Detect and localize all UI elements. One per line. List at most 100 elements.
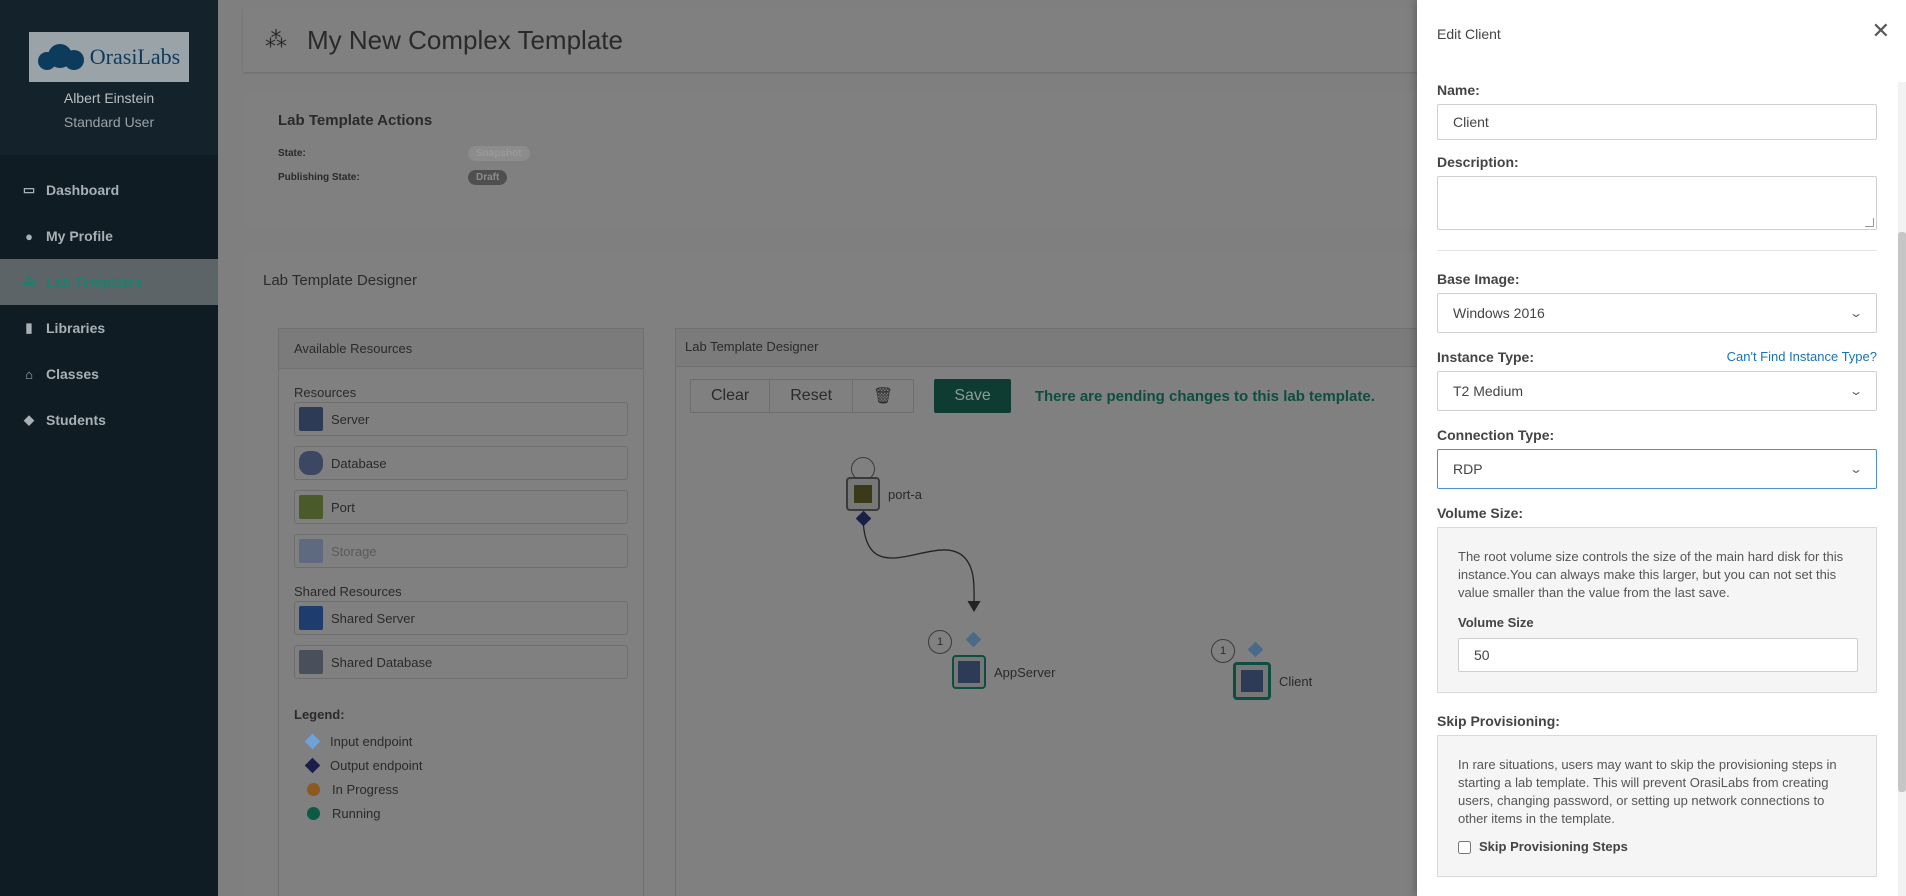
legend-item: In Progress <box>279 778 643 802</box>
user-role: Standard User <box>63 114 155 130</box>
sidebar-item-label: My Profile <box>46 228 113 244</box>
sidebar-item-label: Dashboard <box>46 182 120 198</box>
volume-size-box: The root volume size controls the size o… <box>1437 527 1877 693</box>
resource-label: Shared Server <box>331 610 415 626</box>
client-count-badge: 1 <box>1211 639 1235 663</box>
server-icon <box>299 407 323 431</box>
drawer-header: Edit Client ✕ <box>1417 0 1906 70</box>
available-resources-title: Available Resources <box>279 329 643 369</box>
description-field[interactable] <box>1437 176 1877 230</box>
sidebar-item-label: Lab Templates <box>46 274 143 290</box>
skip-provisioning-checkbox-label: Skip Provisioning Steps <box>1479 839 1628 854</box>
node-label: AppServer <box>994 664 1056 680</box>
sidebar-item-dashboard[interactable]: ▭ Dashboard <box>0 167 218 213</box>
instance-type-label: Instance Type: <box>1437 349 1534 365</box>
cubes-icon: ⁂ <box>22 274 36 289</box>
resource-port[interactable]: Port <box>294 490 628 524</box>
legend-title: Legend: <box>294 707 345 722</box>
resource-server[interactable]: Server <box>294 402 628 436</box>
book-icon: ▮ <box>25 320 33 335</box>
scrollbar-thumb[interactable] <box>1898 232 1906 792</box>
chevron-down-icon: ⌄ <box>1848 384 1864 398</box>
base-image-label: Base Image: <box>1437 271 1520 287</box>
description-label: Description: <box>1437 154 1519 170</box>
sidebar-item-classes[interactable]: ⌂ Classes <box>0 351 218 397</box>
edit-client-drawer: Edit Client ✕ Name: Client Description: … <box>1417 0 1906 896</box>
divider <box>1437 250 1877 251</box>
available-resources-panel: Available Resources Resources Server Dat… <box>278 328 644 896</box>
skip-provisioning-label: Skip Provisioning: <box>1437 713 1560 729</box>
instance-type-value: T2 Medium <box>1453 383 1524 399</box>
skip-provisioning-box: In rare situations, users may want to sk… <box>1437 735 1877 877</box>
drawer-scrollbar[interactable] <box>1898 82 1906 896</box>
resource-label: Shared Database <box>331 654 433 670</box>
bank-icon: ⌂ <box>25 366 33 382</box>
node-label: Client <box>1279 673 1313 689</box>
storage-icon <box>299 539 323 563</box>
lab-template-actions: Lab Template Actions State: Snapshot Pub… <box>243 92 1443 226</box>
resource-shared-database[interactable]: Shared Database <box>294 645 628 679</box>
connector-lines <box>862 514 981 612</box>
user-name: Albert Einstein <box>63 90 155 106</box>
base-image-select[interactable]: Windows 2016 ⌄ <box>1437 293 1877 333</box>
shared-resources-label: Shared Resources <box>294 584 402 599</box>
legend-label: Input endpoint <box>330 734 413 749</box>
user-icon: ● <box>25 228 33 244</box>
skip-provisioning-option[interactable]: Skip Provisioning Steps <box>1458 838 1856 856</box>
chevron-down-icon: ⌄ <box>1848 306 1864 320</box>
drawer-title: Edit Client <box>1437 26 1501 42</box>
legend-item: Output endpoint <box>279 754 643 778</box>
input-endpoint-icon <box>304 733 321 750</box>
sidebar-header: OrasiLabs Albert Einstein Standard User <box>0 0 218 155</box>
server-icon <box>952 655 986 689</box>
sidebar-item-lab-templates[interactable]: ⁂ Lab Templates <box>0 259 218 305</box>
logo: OrasiLabs <box>29 32 189 82</box>
database-icon <box>299 451 323 475</box>
sidebar: OrasiLabs Albert Einstein Standard User … <box>0 0 218 896</box>
sidebar-item-label: Libraries <box>46 320 106 336</box>
node-client[interactable]: Client <box>1233 662 1312 700</box>
node-appserver[interactable]: AppServer <box>952 655 1055 689</box>
graduation-cap-icon: ◆ <box>24 412 34 427</box>
volume-size-help: The root volume size controls the size o… <box>1458 549 1844 600</box>
sidebar-nav: ▭ Dashboard ● My Profile ⁂ Lab Templates… <box>0 167 218 443</box>
sidebar-item-students[interactable]: ◆ Students <box>0 397 218 443</box>
resource-label: Database <box>331 455 387 471</box>
instance-type-select[interactable]: T2 Medium ⌄ <box>1437 371 1877 411</box>
sidebar-item-libraries[interactable]: ▮ Libraries <box>0 305 218 351</box>
resource-database[interactable]: Database <box>294 446 628 480</box>
skip-provisioning-checkbox[interactable] <box>1458 840 1471 854</box>
running-icon <box>307 807 320 820</box>
sidebar-item-my-profile[interactable]: ● My Profile <box>0 213 218 259</box>
page-title: My New Complex Template <box>307 24 623 55</box>
connection-type-select[interactable]: RDP ⌄ <box>1437 449 1877 489</box>
cant-find-instance-type-link[interactable]: Can't Find Instance Type? <box>1727 349 1877 365</box>
designer-title: Lab Template Designer <box>263 272 417 289</box>
sidebar-item-label: Classes <box>46 366 99 382</box>
resource-storage[interactable]: Storage <box>294 534 628 568</box>
publishing-state-row: Publishing State: Draft <box>278 165 1408 189</box>
resource-label: Port <box>331 499 355 515</box>
page-header: ⁂ My New Complex Template <box>243 8 1443 72</box>
cloud-logo-icon <box>37 42 86 72</box>
resource-label: Storage <box>331 543 377 559</box>
name-field[interactable]: Client <box>1437 104 1877 140</box>
publishing-state-badge: Draft <box>468 169 508 185</box>
state-badge: Snapshot <box>468 145 530 161</box>
sidebar-item-label: Students <box>46 412 106 428</box>
volume-size-field[interactable]: 50 <box>1458 638 1858 672</box>
volume-size-field-label: Volume Size <box>1458 615 1534 630</box>
legend-item: Input endpoint <box>279 730 643 754</box>
app-count-badge: 1 <box>928 630 952 654</box>
skip-provisioning-help: In rare situations, users may want to sk… <box>1458 757 1837 826</box>
resource-shared-server[interactable]: Shared Server <box>294 601 628 635</box>
server-icon <box>1233 662 1271 700</box>
node-port-a[interactable]: port-a <box>846 477 922 511</box>
close-icon[interactable]: ✕ <box>1872 20 1890 42</box>
legend-label: Output endpoint <box>330 758 423 773</box>
instance-type-label-row: Instance Type: Can't Find Instance Type? <box>1437 349 1877 365</box>
state-row: State: Snapshot <box>278 141 1408 165</box>
in-progress-icon <box>307 783 320 796</box>
state-label: State: <box>278 147 306 159</box>
actions-title: Lab Template Actions <box>278 112 433 129</box>
